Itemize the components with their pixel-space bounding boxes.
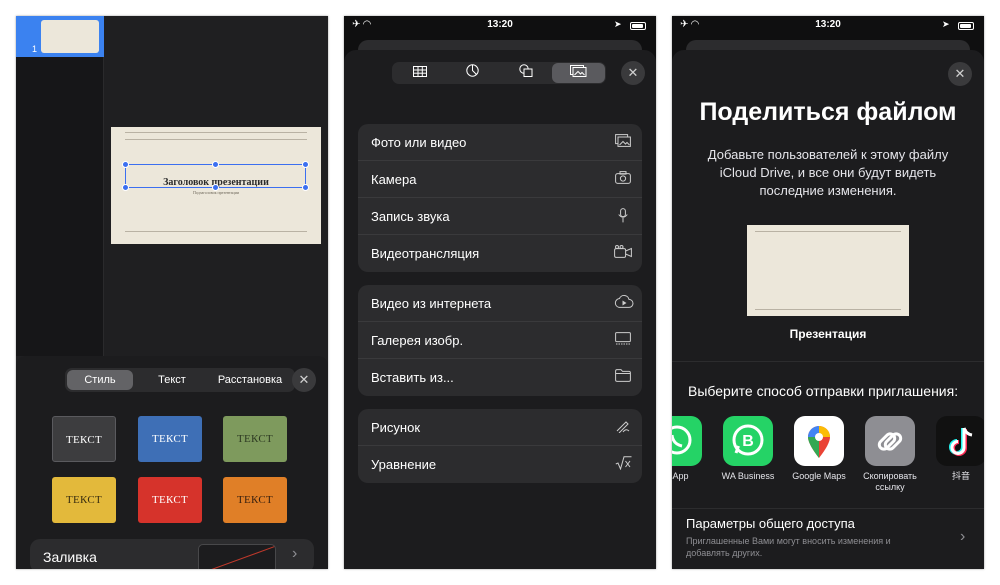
microphone-icon (614, 208, 632, 224)
media-icon[interactable] (552, 63, 605, 83)
battery-icon (958, 22, 974, 30)
tab-text[interactable]: Текст (139, 370, 205, 390)
resize-handle[interactable] (212, 184, 219, 191)
menu-item-web-video[interactable]: Видео из интернета (358, 285, 642, 322)
slide-navigator: 1 (16, 16, 104, 356)
sharing-options-description: Приглашенные Вами могут вносить изменени… (686, 536, 891, 558)
app-label: 抖音 (951, 471, 970, 481)
keynote-editor-panel: 1 Заголовок презентации Подзаголовок пре… (16, 16, 328, 569)
menu-item-camera[interactable]: Камера (358, 161, 642, 198)
wa-business-icon[interactable]: B (723, 416, 773, 466)
gallery-icon (614, 332, 632, 348)
text-style-tile[interactable]: ТЕКСТ (138, 477, 202, 523)
menu-item-insert-from[interactable]: Вставить из... (358, 359, 642, 396)
slide-thumbnail[interactable] (41, 20, 99, 53)
slide-thumbnail-selected[interactable]: 1 (16, 16, 104, 57)
document-name: Презентация (789, 327, 867, 341)
format-sheet: Стиль Текст Расстановка ✕ ТЕКСТ ТЕКСТ ТЕ… (16, 356, 328, 569)
slide-number: 1 (32, 44, 38, 54)
tab-arrange[interactable]: Расстановка (207, 370, 293, 390)
app-label: Google Maps (792, 471, 846, 481)
video-camera-icon (614, 245, 632, 261)
text-style-tile[interactable]: ТЕКСТ (52, 477, 116, 523)
media-group: Видео из интернета Галерея изобр. Встави… (358, 285, 642, 396)
text-style-tile[interactable]: ТЕКСТ (52, 416, 116, 462)
format-tabs: Стиль Текст Расстановка (65, 368, 295, 392)
insert-media-panel: ✈ ◠ 13:20 ➤ ✕ Фото или видео Камера Запи… (344, 16, 656, 569)
location-icon: ➤ (942, 19, 950, 29)
app-label: tsApp (672, 471, 689, 481)
resize-handle[interactable] (122, 184, 129, 191)
resize-handle[interactable] (302, 161, 309, 168)
tab-style[interactable]: Стиль (67, 370, 133, 390)
app-label: WA Business (721, 471, 775, 481)
table-icon[interactable] (393, 63, 446, 83)
resize-handle[interactable] (122, 161, 129, 168)
chart-icon[interactable] (446, 63, 499, 83)
battery-icon (630, 22, 646, 30)
document-thumbnail (747, 225, 909, 316)
media-group: Рисунок Уравнение (358, 409, 642, 483)
close-icon[interactable]: ✕ (948, 62, 972, 86)
tiktok-icon[interactable] (936, 416, 984, 466)
divider (672, 361, 984, 362)
insert-sheet: ✕ Фото или видео Камера Запись звука Вид… (344, 50, 656, 569)
share-file-panel: ✈ ◠ 13:20 ➤ ✕ Поделиться файлом Добавьте… (672, 16, 984, 569)
chevron-right-icon: › (292, 545, 298, 562)
resize-handle[interactable] (302, 184, 309, 191)
menu-item-drawing[interactable]: Рисунок (358, 409, 642, 446)
menu-item-audio[interactable]: Запись звука (358, 198, 642, 235)
status-bar: ✈ ◠ 13:20 ➤ (344, 16, 656, 36)
close-icon[interactable]: ✕ (292, 368, 316, 392)
google-maps-icon[interactable] (794, 416, 844, 466)
status-time: 13:20 (487, 19, 513, 30)
fill-label: Заливка (43, 549, 97, 565)
sharing-options-title: Параметры общего доступа (686, 516, 855, 531)
camera-icon (614, 171, 632, 187)
menu-item-image-gallery[interactable]: Галерея изобр. (358, 322, 642, 359)
photo-icon (614, 134, 632, 150)
text-style-tile[interactable]: ТЕКСТ (223, 416, 287, 462)
page-title: Поделиться файлом (699, 98, 957, 126)
square-root-icon (614, 456, 632, 472)
insert-tabs (392, 62, 606, 84)
status-bar: ✈ ◠ 13:20 ➤ (672, 16, 984, 36)
pencil-icon (614, 419, 632, 435)
share-sheet: ✕ Поделиться файлом Добавьте пользовател… (672, 50, 984, 569)
fill-swatch[interactable] (198, 544, 276, 569)
text-style-tile[interactable]: ТЕКСТ (223, 477, 287, 523)
media-group: Фото или видео Камера Запись звука Видео… (358, 124, 642, 272)
folder-icon (614, 369, 632, 385)
resize-handle[interactable] (212, 161, 219, 168)
menu-item-equation[interactable]: Уравнение (358, 446, 642, 483)
menu-item-photo-video[interactable]: Фото или видео (358, 124, 642, 161)
whatsapp-icon[interactable] (672, 416, 702, 466)
app-label: Скопировать ссылку (863, 471, 917, 492)
status-time: 13:20 (815, 19, 841, 30)
fill-row[interactable]: Заливка › (30, 539, 314, 569)
location-icon: ➤ (614, 19, 622, 29)
divider (672, 508, 984, 509)
link-icon[interactable] (865, 416, 915, 466)
cloud-play-icon (614, 294, 634, 311)
svg-text:B: B (742, 433, 754, 450)
close-icon[interactable]: ✕ (621, 61, 645, 85)
text-style-tile[interactable]: ТЕКСТ (138, 416, 202, 462)
invite-method-label: Выберите способ отправки приглашения: (688, 383, 959, 399)
chevron-right-icon: › (960, 528, 966, 545)
share-description: Добавьте пользователей к этому файлу iCl… (707, 147, 949, 198)
shapes-icon[interactable] (499, 63, 552, 83)
menu-item-live-video[interactable]: Видеотрансляция (358, 235, 642, 272)
